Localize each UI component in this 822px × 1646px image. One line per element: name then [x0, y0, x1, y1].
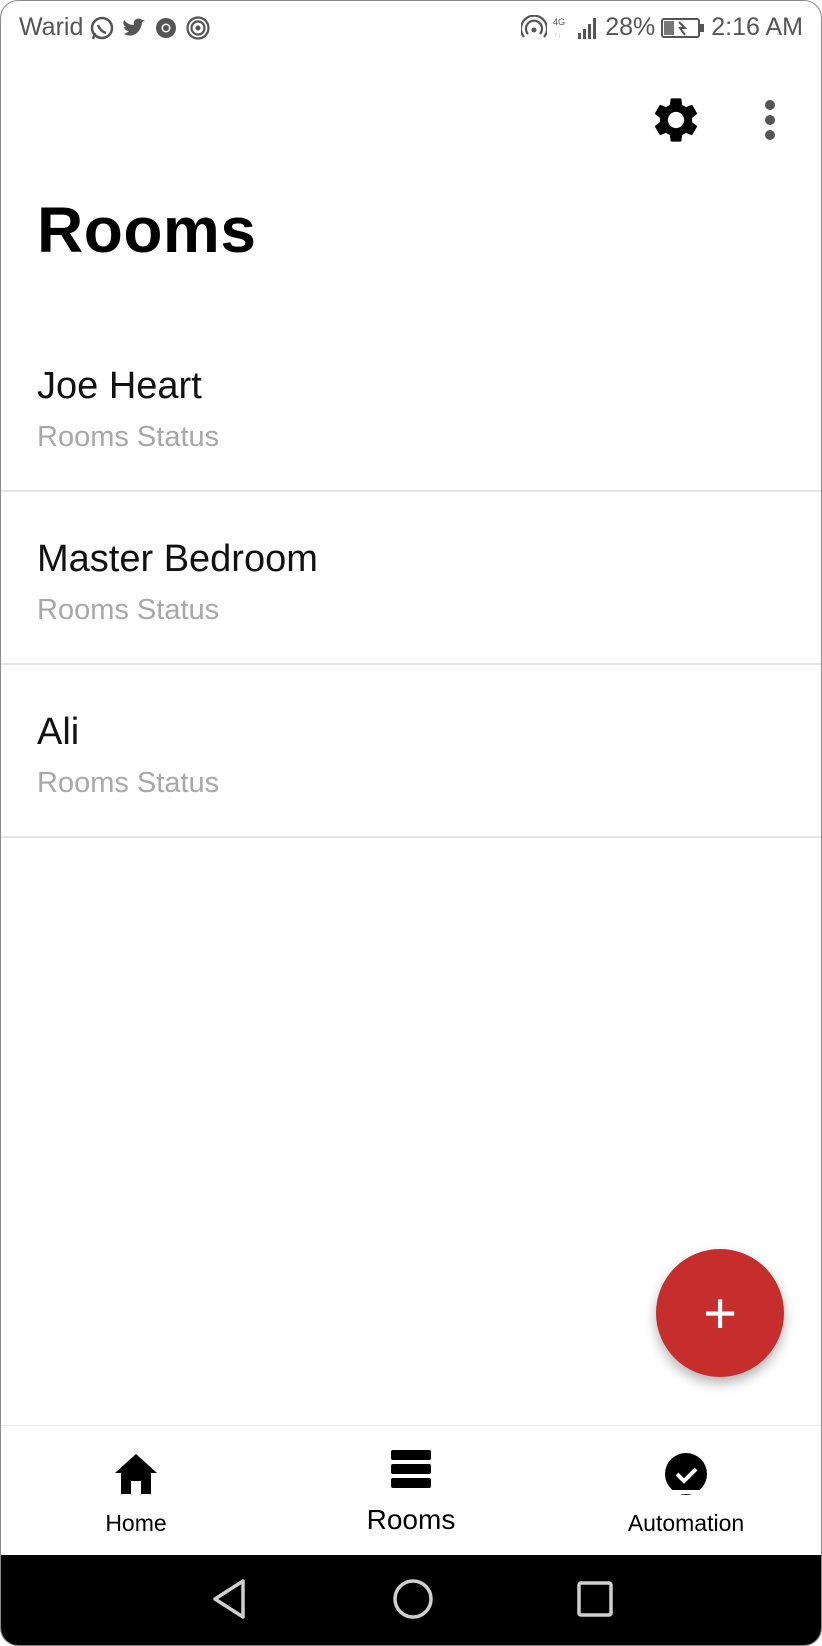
home-circle-icon[interactable]	[391, 1577, 435, 1621]
hotspot-icon	[520, 14, 549, 41]
hotspot-icon	[185, 15, 211, 41]
room-status: Rooms Status	[37, 767, 220, 799]
svg-text:4G: 4G	[553, 17, 565, 27]
room-status: Rooms Status	[37, 594, 220, 626]
svg-text:↑↓: ↑↓	[554, 32, 561, 39]
check-clock-icon	[665, 1453, 707, 1495]
list-item[interactable]: Master Bedroom Rooms Status	[1, 492, 821, 665]
nav-item-home[interactable]: Home	[61, 1426, 211, 1556]
carrier-name: Warid	[19, 13, 84, 41]
battery-percent: 28%	[605, 13, 656, 41]
network-4g-icon: 4G ↑↓	[553, 15, 571, 41]
room-name: Ali	[37, 711, 80, 753]
bottom-navigation: Home Rooms Automation	[1, 1425, 821, 1556]
system-navigation-bar	[1, 1555, 821, 1645]
back-icon[interactable]	[209, 1577, 249, 1621]
room-list: Joe Heart Rooms Status Master Bedroom Ro…	[1, 319, 821, 838]
room-status: Rooms Status	[37, 421, 220, 453]
nav-label-rooms: Rooms	[366, 1504, 456, 1535]
plus-icon: +	[703, 1280, 737, 1346]
nav-item-rooms[interactable]: Rooms	[336, 1426, 486, 1556]
whatsapp-icon	[89, 15, 115, 41]
signal-icon	[577, 15, 599, 41]
more-vert-icon	[765, 100, 775, 140]
app-frame: Warid 4G ↑↓ 28% 2:16 AM Rooms Joe Heart …	[0, 0, 822, 1646]
chrome-icon	[153, 15, 179, 41]
list-icon	[391, 1450, 431, 1488]
battery-charging-icon	[661, 15, 705, 41]
add-room-button[interactable]: +	[656, 1249, 784, 1377]
page-title: Rooms	[37, 194, 257, 266]
clock: 2:16 AM	[711, 13, 803, 41]
list-item[interactable]: Joe Heart Rooms Status	[1, 319, 821, 492]
status-bar: Warid 4G ↑↓ 28% 2:16 AM	[1, 1, 821, 57]
room-name: Joe Heart	[37, 365, 202, 407]
recents-icon[interactable]	[575, 1577, 615, 1621]
nav-label-automation: Automation	[627, 1510, 745, 1536]
settings-button[interactable]	[649, 93, 703, 147]
room-name: Master Bedroom	[37, 538, 318, 580]
more-options-button[interactable]	[755, 97, 785, 145]
twitter-icon	[121, 15, 147, 41]
home-icon	[115, 1454, 157, 1494]
nav-label-home: Home	[105, 1510, 167, 1536]
gear-icon	[654, 98, 698, 142]
list-item[interactable]: Ali Rooms Status	[1, 665, 821, 838]
nav-item-automation[interactable]: Automation	[601, 1426, 771, 1556]
